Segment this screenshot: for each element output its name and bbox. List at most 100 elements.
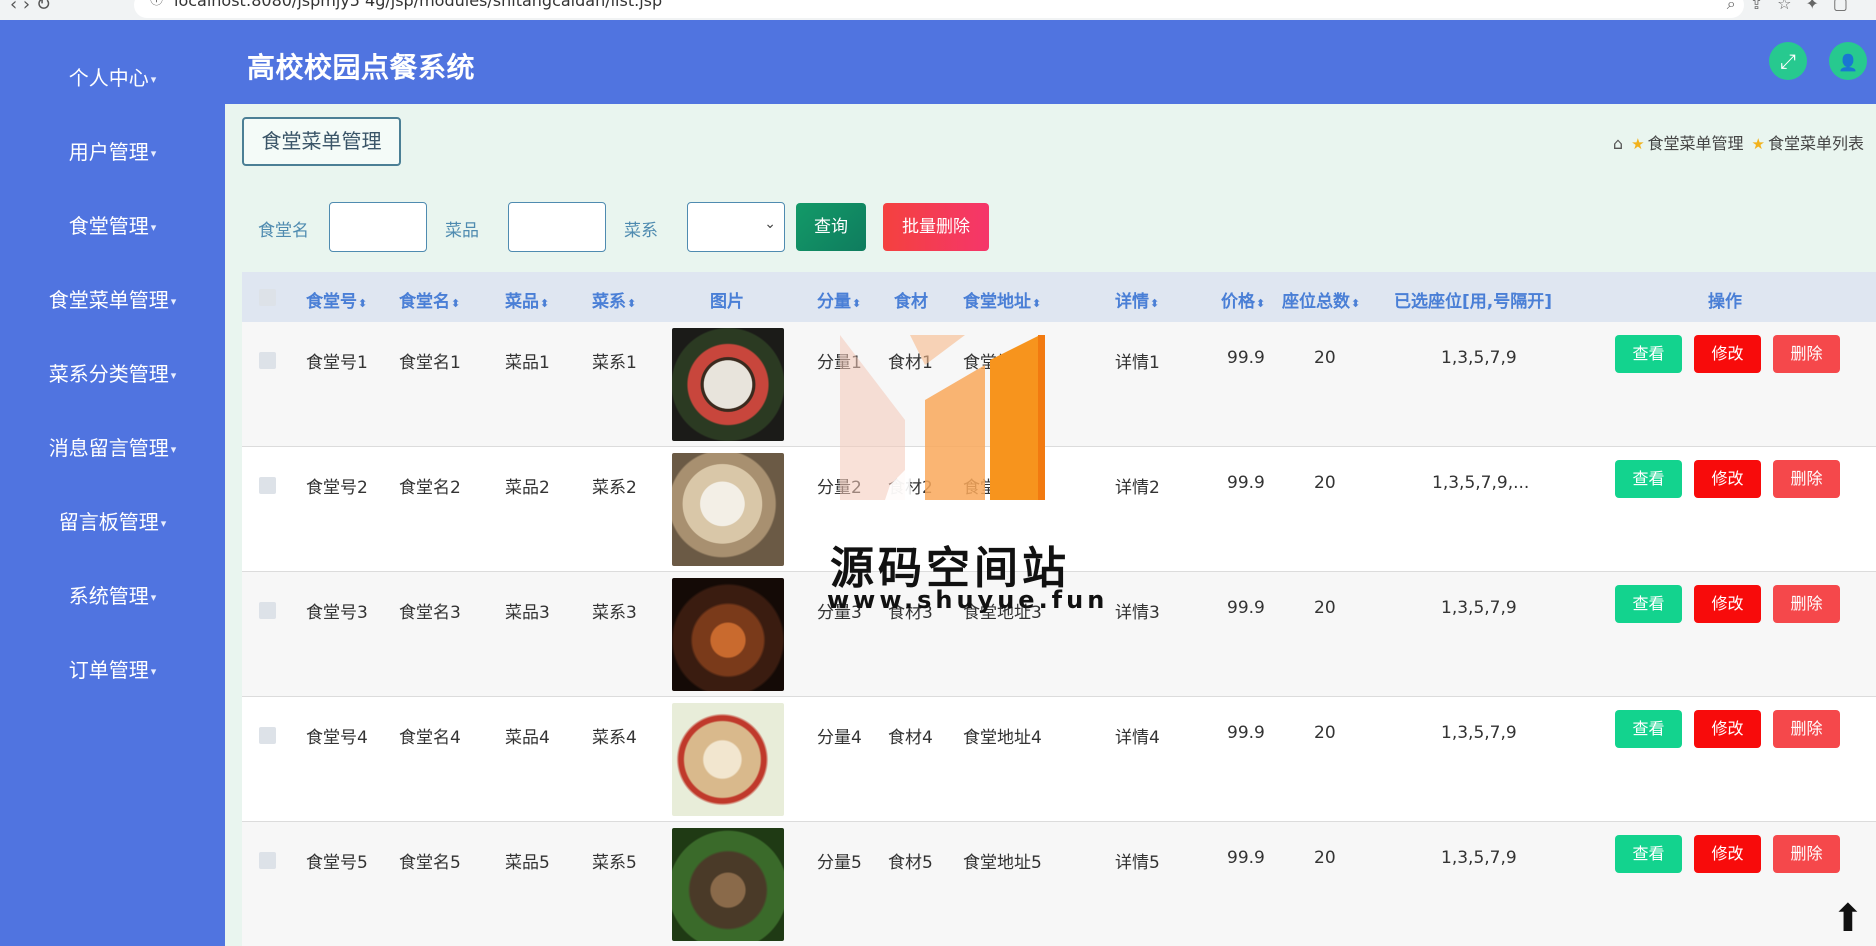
sort-icon: ⬍	[1032, 297, 1042, 310]
sidebar-item-label: 订单管理	[68, 658, 149, 682]
view-button[interactable]: 查看	[1615, 460, 1682, 498]
row-checkbox[interactable]	[259, 477, 276, 494]
sidebar-item-message-management[interactable]: 消息留言管理 ▾	[0, 432, 225, 461]
canteen-name-input[interactable]	[329, 202, 427, 252]
cuisine-label: 菜系	[624, 221, 658, 241]
sidebar: 个人中心 ▾ 用户管理 ▾ 食堂管理 ▾ 食堂菜单管理 ▾ 菜系分类管理 ▾ 消息留言管理…	[0, 20, 225, 946]
browser-nav-icons[interactable]: ‹ › ↻	[10, 0, 51, 15]
cell-address: 食堂地址2	[963, 478, 1042, 498]
edit-button[interactable]: 修改	[1694, 835, 1761, 873]
caret-down-icon: ▾	[150, 73, 157, 86]
home-icon[interactable]: ⌂	[1613, 134, 1623, 153]
table-row: 食堂号1 食堂名1 菜品1 菜系1 分量1 食材1 食堂地址1 详情1 99.9…	[242, 322, 1876, 447]
dish-input[interactable]	[508, 202, 606, 252]
batch-delete-button[interactable]: 批量删除	[883, 203, 989, 251]
sidebar-item-order-management[interactable]: 订单管理 ▾	[0, 654, 225, 683]
back-to-top-icon[interactable]: ⬆	[1832, 896, 1864, 940]
sort-icon: ⬍	[1351, 297, 1361, 310]
view-button[interactable]: 查看	[1615, 710, 1682, 748]
query-button[interactable]: 查询	[796, 203, 866, 251]
page-title-tab[interactable]: 食堂菜单管理	[242, 117, 401, 166]
view-button[interactable]: 查看	[1615, 835, 1682, 873]
cell-price: 99.9	[1227, 348, 1265, 368]
cell-ingredient: 食材2	[888, 478, 933, 498]
col-detail[interactable]: 详情⬍	[1115, 287, 1159, 312]
cell-seat-total: 20	[1314, 348, 1336, 368]
table-row: 食堂号5 食堂名5 菜品5 菜系5 分量5 食材5 食堂地址5 详情5 99.9…	[242, 822, 1876, 946]
col-selected-seats: 已选座位[用,号隔开]	[1394, 292, 1552, 312]
dish-image[interactable]	[672, 453, 784, 566]
cell-price: 99.9	[1227, 723, 1265, 743]
table-header: 食堂号⬍ 食堂名⬍ 菜品⬍ 菜系⬍ 图片 分量⬍ 食材 食堂地址⬍ 详情⬍ 价格…	[242, 272, 1876, 322]
cell-selected-seats: 1,3,5,7,9	[1441, 598, 1517, 618]
col-portion[interactable]: 分量⬍	[817, 287, 861, 312]
sidebar-item-label: 食堂管理	[68, 214, 149, 238]
sidebar-item-personal-center[interactable]: 个人中心 ▾	[0, 62, 225, 91]
cell-canteen-id: 食堂号3	[306, 603, 368, 623]
delete-button[interactable]: 删除	[1773, 835, 1840, 873]
delete-button[interactable]: 删除	[1773, 585, 1840, 623]
cell-seat-total: 20	[1314, 723, 1336, 743]
cell-canteen-name: 食堂名3	[399, 603, 461, 623]
dish-image[interactable]	[672, 578, 784, 691]
sidebar-item-canteen-management[interactable]: 食堂管理 ▾	[0, 210, 225, 239]
star-icon: ★	[1631, 135, 1645, 153]
cell-detail: 详情4	[1115, 728, 1160, 748]
cell-portion: 分量4	[817, 728, 862, 748]
col-address[interactable]: 食堂地址⬍	[963, 287, 1041, 312]
sidebar-item-canteen-menu-management[interactable]: 食堂菜单管理 ▾	[0, 284, 225, 313]
caret-down-icon: ▾	[150, 591, 157, 604]
edit-button[interactable]: 修改	[1694, 585, 1761, 623]
cell-dish: 菜品2	[505, 478, 550, 498]
col-canteen-name[interactable]: 食堂名⬍	[399, 287, 460, 312]
view-button[interactable]: 查看	[1615, 585, 1682, 623]
cell-seat-total: 20	[1314, 848, 1336, 868]
row-checkbox[interactable]	[259, 727, 276, 744]
edit-button[interactable]: 修改	[1694, 460, 1761, 498]
dish-image[interactable]	[672, 828, 784, 941]
cell-price: 99.9	[1227, 848, 1265, 868]
col-canteen-id[interactable]: 食堂号⬍	[306, 287, 367, 312]
sidebar-item-user-management[interactable]: 用户管理 ▾	[0, 136, 225, 165]
fullscreen-button[interactable]: ⤢	[1769, 42, 1807, 80]
cell-cuisine: 菜系5	[592, 853, 637, 873]
row-checkbox[interactable]	[259, 852, 276, 869]
cell-selected-seats: 1,3,5,7,9	[1441, 723, 1517, 743]
sidebar-item-cuisine-category-management[interactable]: 菜系分类管理 ▾	[0, 358, 225, 387]
row-checkbox[interactable]	[259, 602, 276, 619]
select-all-checkbox[interactable]	[259, 289, 276, 306]
top-header: 高校校园点餐系统 ⤢ 👤	[225, 20, 1876, 104]
view-button[interactable]: 查看	[1615, 335, 1682, 373]
dish-image[interactable]	[672, 703, 784, 816]
fullscreen-icon: ⤢	[1780, 49, 1796, 73]
col-price[interactable]: 价格⬍	[1221, 287, 1265, 312]
sidebar-item-label: 消息留言管理	[48, 436, 169, 460]
sidebar-item-message-board-management[interactable]: 留言板管理 ▾	[0, 506, 225, 535]
delete-button[interactable]: 删除	[1773, 710, 1840, 748]
dish-label: 菜品	[445, 221, 479, 241]
cell-dish: 菜品4	[505, 728, 550, 748]
dish-image[interactable]	[672, 328, 784, 441]
delete-button[interactable]: 删除	[1773, 335, 1840, 373]
cell-detail: 详情2	[1115, 478, 1160, 498]
user-button[interactable]: 👤	[1829, 42, 1867, 80]
col-dish[interactable]: 菜品⬍	[505, 287, 549, 312]
cuisine-select[interactable]: ⌄	[687, 202, 785, 252]
browser-extension-icons[interactable]: ⌕⇪☆✦▢	[1727, 0, 1862, 14]
address-bar[interactable]: ⓘ localhost:8080/jspmjy5 4g/jsp/modules/…	[134, 0, 1744, 18]
edit-button[interactable]: 修改	[1694, 335, 1761, 373]
canteen-name-label: 食堂名	[258, 221, 309, 241]
col-cuisine[interactable]: 菜系⬍	[592, 287, 636, 312]
sidebar-item-label: 系统管理	[68, 584, 149, 608]
row-checkbox[interactable]	[259, 352, 276, 369]
browser-toolbar: ‹ › ↻ ⓘ localhost:8080/jspmjy5 4g/jsp/mo…	[0, 0, 1876, 20]
sidebar-item-system-management[interactable]: 系统管理 ▾	[0, 580, 225, 609]
cell-seat-total: 20	[1314, 473, 1336, 493]
cell-cuisine: 菜系4	[592, 728, 637, 748]
breadcrumb-level1[interactable]: 食堂菜单管理	[1648, 134, 1744, 153]
col-seat-total[interactable]: 座位总数⬍	[1282, 287, 1360, 312]
edit-button[interactable]: 修改	[1694, 710, 1761, 748]
delete-button[interactable]: 删除	[1773, 460, 1840, 498]
sort-icon: ⬍	[358, 297, 368, 310]
sidebar-item-label: 食堂菜单管理	[48, 288, 169, 312]
